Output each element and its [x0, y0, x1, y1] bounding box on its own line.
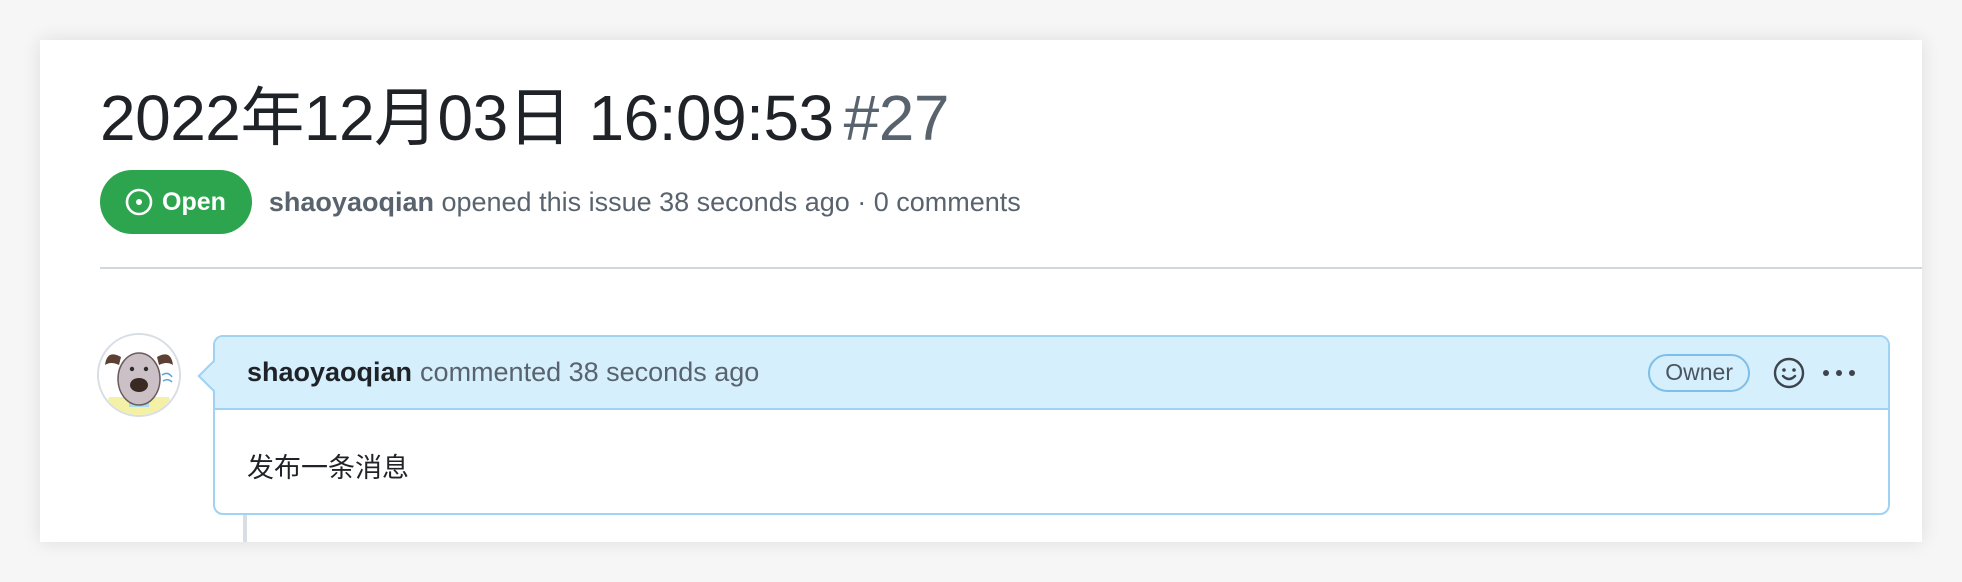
issue-meta: Open shaoyaoqian opened this issue 38 se… — [100, 170, 1021, 234]
issue-opened-icon — [124, 187, 154, 217]
issue-state-badge: Open — [100, 170, 252, 234]
issue-number: #27 — [843, 82, 950, 154]
issue-title: 2022年12月03日 16:09:53 #27 — [100, 78, 949, 158]
dog-avatar-icon — [99, 335, 179, 415]
issue-state-label: Open — [162, 187, 226, 216]
comment-header: shaoyaoqian commented 38 seconds ago Own… — [215, 337, 1888, 410]
comment-box: shaoyaoqian commented 38 seconds ago Own… — [213, 335, 1890, 515]
issue-meta-action: opened this issue 38 seconds ago · 0 com… — [441, 186, 1021, 217]
smiley-icon[interactable] — [1772, 356, 1806, 390]
issue-page: 2022年12月03日 16:09:53 #27 Open shaoyaoqian… — [40, 40, 1922, 542]
timeline-line — [243, 515, 247, 542]
comment-body: 发布一条消息 — [247, 453, 409, 484]
kebab-horizontal-icon[interactable] — [1820, 363, 1858, 383]
issue-author-link[interactable]: shaoyaoqian — [269, 187, 434, 217]
avatar[interactable] — [97, 333, 181, 417]
comment-actions: Owner — [1648, 353, 1858, 392]
comment-author-link[interactable]: shaoyaoqian — [247, 357, 412, 388]
comment-timestamp[interactable]: commented 38 seconds ago — [420, 357, 759, 388]
issue-title-text: 2022年12月03日 16:09:53 — [100, 82, 834, 154]
issue-meta-text: shaoyaoqian opened this issue 38 seconds… — [269, 187, 1021, 218]
header-divider — [100, 267, 1922, 269]
owner-badge: Owner — [1648, 353, 1750, 392]
